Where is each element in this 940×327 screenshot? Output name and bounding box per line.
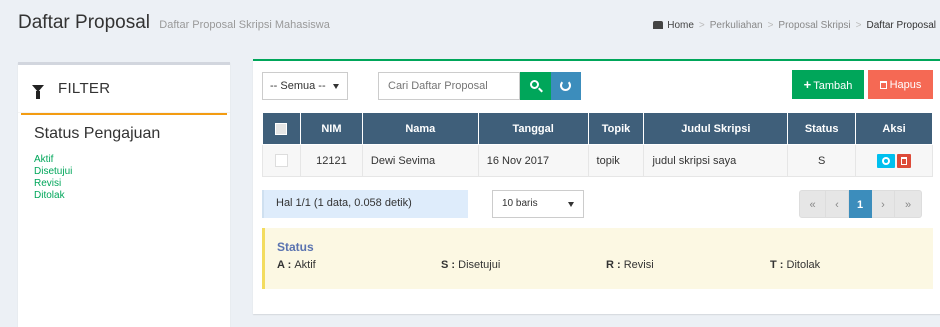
breadcrumb-current: Daftar Proposal [866, 20, 936, 31]
next-page-button[interactable]: › [872, 190, 895, 218]
rows-per-page-select[interactable]: 10 baris [492, 190, 584, 218]
proposal-list-panel: -- Semua -- +Tambah Hapus NIM Nama Tangg… [253, 59, 940, 314]
column-header-nama: Nama [361, 112, 479, 145]
legend-row: A : Aktif S : Disetujui R : Revisi T : D… [277, 259, 921, 273]
filter-title: FILTER [58, 80, 111, 97]
last-page-button[interactable]: » [895, 190, 922, 218]
column-header-aksi: Aksi [855, 112, 933, 145]
delete-button[interactable]: Hapus [868, 70, 933, 99]
legend-item-ditolak: T : Ditolak [770, 259, 821, 271]
page-info: Hal 1/1 (1 data, 0.058 detik) [262, 190, 468, 218]
caret-down-icon [333, 84, 339, 89]
breadcrumb: Home > Perkuliahan > Proposal Skripsi > Daftar… [653, 20, 936, 31]
legend-code: A [277, 259, 285, 271]
plus-icon: + [803, 77, 812, 92]
status-select-value: -- Semua -- [270, 80, 326, 92]
status-filter-card: Status Pengajuan Aktif Disetujui Revisi … [21, 113, 227, 212]
cell-judul: judul skripsi saya [643, 144, 789, 177]
filter-link-aktif[interactable]: Aktif [34, 154, 214, 166]
breadcrumb-proposal-skripsi[interactable]: Proposal Skripsi [778, 20, 850, 31]
cell-tanggal: 16 Nov 2017 [477, 144, 589, 177]
column-header-topik: Topik [587, 112, 645, 145]
filter-panel: FILTER Status Pengajuan Aktif Disetujui … [18, 62, 230, 327]
cell-nim: 12121 [299, 144, 363, 177]
select-all-header[interactable] [262, 112, 301, 145]
first-page-button[interactable]: « [799, 190, 826, 218]
pagination: « ‹ 1 › » [799, 190, 922, 218]
refresh-icon [560, 80, 571, 91]
breadcrumb-home[interactable]: Home [667, 20, 694, 31]
page-number-button[interactable]: 1 [849, 190, 872, 218]
filter-icon [32, 85, 44, 99]
table-header-row: NIM Nama Tanggal Topik Judul Skripsi Sta… [262, 112, 933, 145]
search-icon [530, 80, 539, 89]
add-button-label: Tambah [813, 80, 853, 92]
column-header-status: Status [787, 112, 857, 145]
column-header-judul: Judul Skripsi [643, 112, 789, 145]
legend-label: Disetujui [458, 259, 501, 271]
filter-link-ditolak[interactable]: Ditolak [34, 190, 214, 202]
legend-item-revisi: R : Revisi [606, 259, 654, 271]
legend-label: Aktif [294, 259, 316, 271]
filter-link-disetujui[interactable]: Disetujui [34, 166, 214, 178]
legend-item-aktif: A : Aktif [277, 259, 316, 271]
delete-button-label: Hapus [889, 78, 922, 91]
view-button[interactable] [877, 153, 896, 168]
caret-down-icon [568, 202, 574, 207]
filter-header: FILTER [18, 65, 230, 113]
legend-code: T [770, 259, 777, 271]
row-select-cell [262, 144, 301, 177]
row-checkbox[interactable] [274, 154, 288, 167]
filter-link-revisi[interactable]: Revisi [34, 178, 214, 190]
trash-icon [901, 156, 908, 165]
table-row: 12121 Dewi Sevima 16 Nov 2017 topik judu… [262, 144, 933, 177]
select-all-checkbox[interactable] [275, 122, 288, 135]
cell-topik: topik [587, 144, 645, 177]
column-header-tanggal: Tanggal [477, 112, 589, 145]
cell-nama: Dewi Sevima [361, 144, 479, 177]
status-select[interactable]: -- Semua -- [262, 72, 348, 100]
refresh-button[interactable] [551, 72, 581, 100]
legend-code: R [606, 259, 614, 271]
page-subtitle: Daftar Proposal Skripsi Mahasiswa [159, 19, 330, 31]
legend-title: Status [277, 240, 314, 254]
column-header-nim: NIM [299, 112, 363, 145]
status-legend: Status A : Aktif S : Disetujui R : Revis… [262, 228, 933, 289]
cell-status: S [787, 144, 857, 177]
eye-icon [882, 156, 891, 165]
search-button[interactable] [520, 72, 551, 100]
page-title: Daftar Proposal Daftar Proposal Skripsi … [18, 12, 330, 34]
legend-item-disetujui: S : Disetujui [441, 259, 501, 271]
proposal-table: NIM Nama Tanggal Topik Judul Skripsi Sta… [262, 112, 933, 177]
rows-per-page-value: 10 baris [502, 198, 538, 209]
status-filter-title: Status Pengajuan [34, 125, 161, 142]
add-button[interactable]: + Tambah [792, 70, 864, 99]
row-delete-button[interactable] [897, 153, 912, 168]
dashboard-icon [653, 21, 664, 29]
trash-icon [879, 80, 887, 89]
legend-label: Ditolak [786, 259, 821, 271]
prev-page-button[interactable]: ‹ [826, 190, 849, 218]
breadcrumb-perkuliahan[interactable]: Perkuliahan [710, 20, 763, 31]
legend-label: Revisi [623, 259, 654, 271]
page-title-text: Daftar Proposal [18, 12, 151, 33]
search-input[interactable] [378, 72, 520, 100]
page-header: Daftar Proposal Daftar Proposal Skripsi … [0, 0, 940, 50]
cell-aksi [855, 144, 933, 177]
